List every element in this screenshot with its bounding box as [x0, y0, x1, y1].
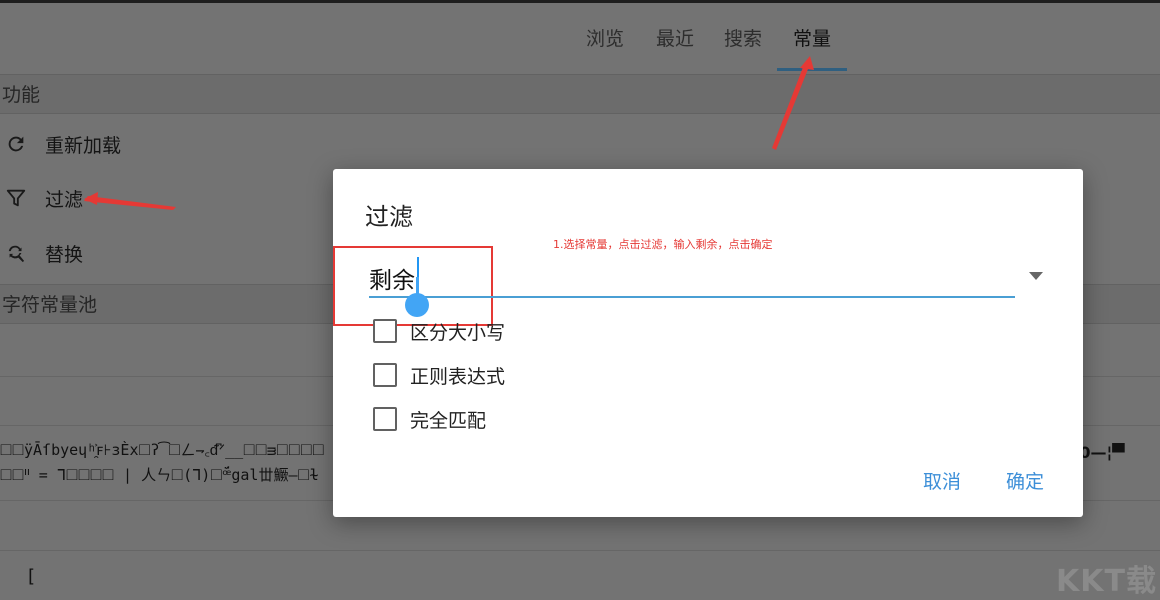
confirm-button[interactable]: 确定	[1006, 467, 1044, 494]
row-separator	[0, 550, 1160, 551]
cancel-button[interactable]: 取消	[923, 467, 961, 494]
constant-row-bracket[interactable]: [	[28, 566, 35, 587]
input-underline	[369, 296, 1015, 298]
tab-bar: 浏览 最近 搜索 常量	[0, 24, 1160, 72]
menu-item-reload[interactable]: 重新加载	[4, 124, 121, 164]
option-regex-label: 正则表达式	[410, 365, 506, 388]
arrow-to-filter	[84, 196, 176, 210]
option-case-sensitive-label: 区分大小写	[410, 321, 506, 344]
tab-constants[interactable]: 常量	[786, 24, 838, 70]
checkbox-exact-match[interactable]	[373, 407, 397, 431]
window-top-border	[0, 0, 1160, 3]
filter-input-value[interactable]: 剩余	[369, 261, 415, 295]
checkbox-case-sensitive[interactable]	[373, 319, 397, 343]
search-replace-icon	[4, 241, 28, 265]
filter-dialog: 过滤 1.选择常量，点击过滤，输入剩余，点击确定 剩余 区分大小写 正则表达式 …	[333, 169, 1083, 517]
tab-browse[interactable]: 浏览	[580, 24, 630, 70]
dropdown-arrow-icon[interactable]	[1029, 272, 1043, 280]
tab-recent[interactable]: 最近	[650, 24, 700, 70]
menu-item-replace-label: 替换	[45, 243, 84, 266]
option-regex[interactable]: 正则表达式	[373, 361, 505, 389]
checkbox-regex[interactable]	[373, 363, 397, 387]
menu-item-replace[interactable]: 替换	[4, 233, 83, 273]
tab-search[interactable]: 搜索	[718, 24, 768, 70]
refresh-icon	[4, 132, 28, 156]
option-exact-match[interactable]: 完全匹配	[373, 405, 486, 433]
menu-item-filter-label: 过滤	[45, 188, 84, 211]
instruction-annotation: 1.选择常量，点击过滤，输入剩余，点击确定	[553, 238, 773, 251]
constant-row-garbled-2[interactable]: 🞎🞎ᐦ = ᒣ🞎🞎🞎🞎 | 人ㄣ🞎(ᒣ)🞎ꟹ̈́gal丗鱖—🞎ɫ	[0, 464, 319, 485]
option-exact-match-label: 完全匹配	[410, 409, 487, 432]
caret-handle[interactable]	[405, 293, 429, 317]
functions-section-header: 功能	[0, 74, 1160, 114]
filter-input[interactable]: 剩余	[369, 257, 1015, 299]
dialog-title: 过滤	[365, 203, 413, 231]
watermark-logo: KKT载	[1056, 564, 1157, 599]
menu-item-reload-label: 重新加载	[45, 134, 122, 157]
filter-icon	[4, 186, 28, 210]
active-tab-indicator	[777, 68, 847, 71]
menu-item-filter[interactable]: 过滤	[4, 178, 83, 218]
constant-row-garbled-1[interactable]: 🞎🞎ÿĀſbyeɥʰ̯͐ꜰ⊦ɜÈx🞎ʔ͡🞎ㄥ⇁꜀ᵭ͆ᐟ__🞎🞎ᴟ🞎🞎🞎🞎	[0, 439, 324, 460]
option-case-sensitive[interactable]: 区分大小写	[373, 317, 505, 345]
